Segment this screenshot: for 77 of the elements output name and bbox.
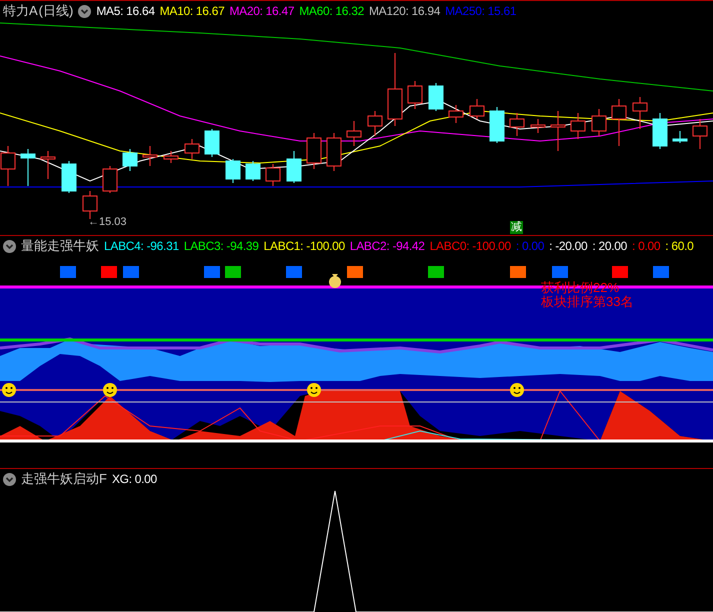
rising-candlestick: [40, 150, 56, 180]
smiley-icon: [510, 383, 524, 397]
signal-block-icon: [123, 266, 139, 278]
falling-candlestick: [246, 160, 260, 182]
indicator-value: : 60.0: [665, 238, 694, 255]
money-bag-icon: [329, 274, 341, 288]
indicator-value: MA250: 15.61: [445, 3, 516, 20]
rising-candlestick: [326, 132, 342, 172]
signal-block-icon: [60, 266, 76, 278]
collapse-chevron-icon[interactable]: [3, 240, 16, 252]
rising-candlestick: [612, 98, 626, 146]
indicator-value: : 0.00: [632, 238, 660, 255]
signal-block-icon: [552, 266, 568, 278]
rising-candlestick: [408, 80, 422, 110]
indicator-value: MA10: 16.67: [160, 3, 224, 20]
indicator-value: MA60: 16.32: [299, 3, 364, 20]
falling-candlestick: [428, 82, 444, 112]
indicator-note: 获利比例22%: [541, 281, 620, 295]
indicator-value: LABC4: -96.31: [104, 238, 179, 255]
rising-candlestick: [266, 164, 280, 186]
panel-title: 量能走强牛妖: [21, 237, 99, 256]
signal-block-icon: [204, 266, 220, 278]
low-price-label: ←15.03: [88, 215, 127, 230]
rising-candlestick: [470, 98, 484, 120]
rising-candlestick: [164, 150, 178, 164]
rising-candlestick: [692, 118, 708, 150]
indicator-value: : 0.00: [516, 238, 544, 255]
signal-block-icon: [612, 266, 628, 278]
indicator-value: LABC2: -94.42: [350, 238, 425, 255]
signal-block-icon: [286, 266, 302, 278]
indicator-value: LABC0: -100.00: [430, 238, 511, 255]
rising-candlestick: [142, 146, 158, 166]
falling-candlestick: [122, 148, 138, 172]
indicator-value: MA20: 16.47: [229, 3, 294, 20]
indicator-value: XG: 0.00: [112, 471, 157, 488]
rising-candlestick: [550, 110, 566, 152]
rising-candlestick: [530, 118, 546, 134]
period-label: (日线): [38, 2, 74, 20]
falling-candlestick: [62, 160, 76, 194]
signal-block-icon: [347, 266, 363, 278]
indicator-value: MA120: 16.94: [368, 3, 440, 20]
indicator-value: : 20.00: [592, 238, 628, 255]
rising-candlestick: [632, 96, 648, 130]
indicator-note: 板块排序第33名: [541, 295, 634, 309]
indicator-value: : -20.00: [549, 238, 588, 255]
signal-block-icon: [653, 266, 669, 278]
rising-candlestick: [0, 146, 16, 186]
falling-candlestick: [286, 150, 302, 184]
falling-candlestick: [20, 148, 36, 186]
signal-block-icon: [101, 266, 117, 278]
rising-candlestick: [592, 108, 606, 136]
rising-candlestick: [184, 138, 200, 160]
falling-candlestick: [204, 128, 220, 158]
falling-candlestick: [490, 106, 504, 144]
indicator-value: LABC3: -94.39: [184, 238, 259, 255]
indicator-value: LABC1: -100.00: [264, 238, 345, 255]
panel-title: 走强牛妖启动F: [21, 470, 107, 488]
signal-block-icon: [510, 266, 526, 278]
signal-block-icon: [428, 266, 444, 278]
falling-candlestick: [672, 130, 688, 144]
rising-candlestick: [306, 132, 322, 170]
signal-block-icon: [225, 266, 241, 278]
falling-candlestick: [226, 158, 240, 184]
collapse-chevron-icon[interactable]: [78, 4, 92, 18]
rising-candlestick: [368, 110, 382, 136]
rising-candlestick: [102, 166, 118, 194]
rising-candlestick: [510, 112, 524, 136]
collapse-chevron-icon[interactable]: [3, 472, 16, 486]
rising-candlestick: [448, 104, 464, 124]
rising-candlestick: [570, 112, 586, 140]
panel-title: 特力A: [3, 2, 38, 20]
falling-candlestick: [652, 112, 668, 150]
rising-candlestick: [346, 120, 362, 146]
smiley-icon: [103, 383, 117, 397]
indicator-value: MA5: 16.64: [96, 3, 155, 20]
reduce-signal-label: 减: [510, 221, 523, 234]
smiley-icon: [2, 383, 16, 397]
